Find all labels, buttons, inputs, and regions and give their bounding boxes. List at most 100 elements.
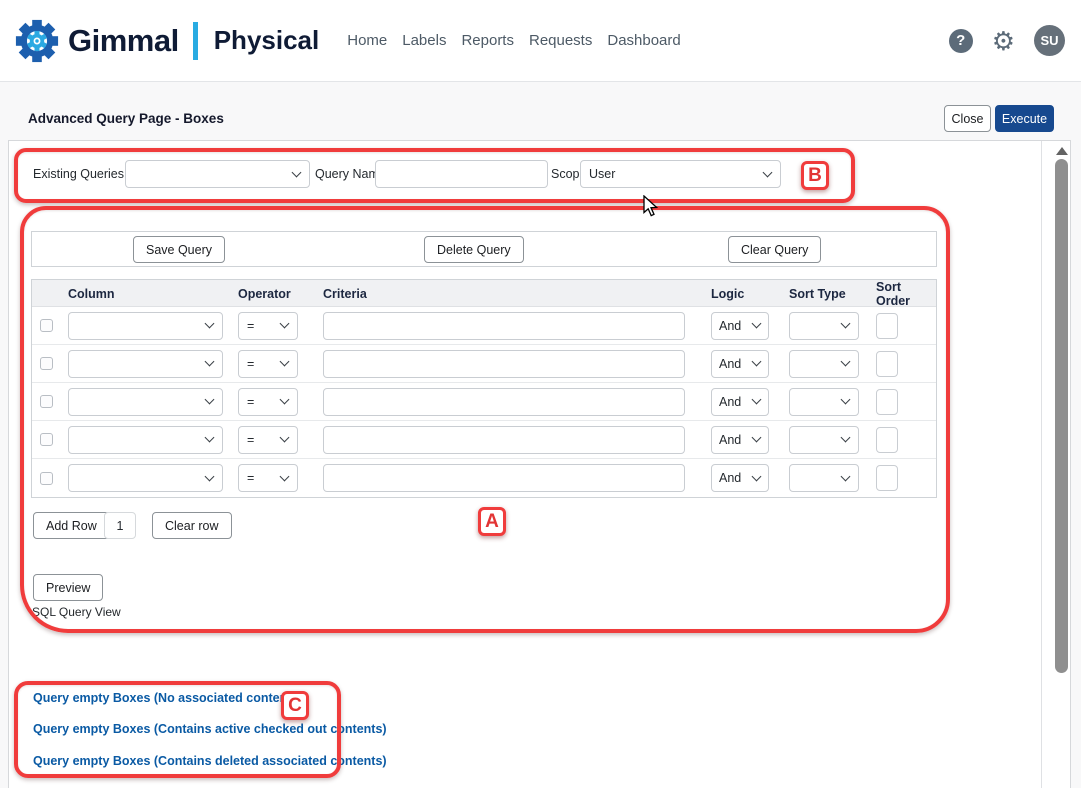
logic-select[interactable]: And (711, 464, 769, 492)
chevron-down-icon (205, 433, 215, 443)
nav-requests[interactable]: Requests (529, 32, 592, 49)
criteria-input[interactable] (323, 426, 685, 454)
query-empty-boxes-link-3[interactable]: Query empty Boxes (Contains deleted asso… (33, 754, 387, 768)
column-select[interactable] (68, 350, 223, 378)
chevron-down-icon (205, 357, 215, 367)
sql-query-view-label: SQL Query View (32, 605, 121, 619)
sort-type-select[interactable] (789, 388, 859, 416)
brand-product: Physical (214, 25, 320, 56)
criteria-input[interactable] (323, 312, 685, 340)
close-button[interactable]: Close (944, 105, 991, 132)
column-select[interactable] (68, 426, 223, 454)
chevron-down-icon (841, 319, 851, 329)
chevron-down-icon (841, 395, 851, 405)
scope-value: User (589, 167, 615, 181)
clear-query-button[interactable]: Clear Query (728, 236, 821, 263)
column-select[interactable] (68, 464, 223, 492)
chevron-down-icon (841, 471, 851, 481)
query-criteria-table: Column Operator Criteria Logic Sort Type… (31, 279, 937, 498)
query-empty-boxes-link-1[interactable]: Query empty Boxes (No associated content… (33, 691, 303, 705)
chevron-down-icon (292, 167, 302, 177)
sort-order-input[interactable] (876, 351, 898, 377)
table-row: = And (32, 345, 936, 383)
sort-type-select[interactable] (789, 350, 859, 378)
operator-select[interactable]: = (238, 350, 298, 378)
main-nav: Home Labels Reports Requests Dashboard (347, 32, 681, 49)
user-avatar[interactable]: SU (1034, 25, 1065, 56)
operator-select[interactable]: = (238, 426, 298, 454)
chevron-down-icon (763, 167, 773, 177)
nav-reports[interactable]: Reports (461, 32, 514, 49)
criteria-input[interactable] (323, 464, 685, 492)
query-empty-boxes-link-2[interactable]: Query empty Boxes (Contains active check… (33, 722, 387, 736)
chevron-down-icon (280, 357, 290, 367)
existing-queries-label: Existing Queries (33, 167, 124, 181)
chevron-down-icon (280, 433, 290, 443)
annotation-badge-a: A (478, 507, 506, 536)
operator-select[interactable]: = (238, 388, 298, 416)
logic-select[interactable]: And (711, 350, 769, 378)
chevron-down-icon (841, 433, 851, 443)
sort-type-select[interactable] (789, 464, 859, 492)
row-checkbox[interactable] (40, 357, 53, 370)
chevron-down-icon (752, 319, 762, 329)
table-row: = And (32, 421, 936, 459)
preview-button[interactable]: Preview (33, 574, 103, 601)
column-select[interactable] (68, 388, 223, 416)
chevron-down-icon (752, 471, 762, 481)
settings-gear-icon[interactable]: ⚙ (992, 28, 1015, 54)
logic-header: Logic (705, 287, 783, 301)
criteria-input[interactable] (323, 350, 685, 378)
column-header: Column (62, 287, 232, 301)
nav-labels[interactable]: Labels (402, 32, 446, 49)
chevron-down-icon (841, 357, 851, 367)
save-query-button[interactable]: Save Query (133, 236, 225, 263)
scroll-up-arrow-icon[interactable] (1056, 147, 1068, 155)
table-row: = And (32, 383, 936, 421)
existing-queries-select[interactable] (125, 160, 310, 188)
scrollbar-track-border (1041, 141, 1042, 788)
scope-select[interactable]: User (580, 160, 781, 188)
sort-order-input[interactable] (876, 427, 898, 453)
annotation-badge-c: C (281, 691, 309, 720)
brand-divider (193, 22, 198, 60)
sort-order-input[interactable] (876, 389, 898, 415)
table-row: = And (32, 459, 936, 497)
sort-order-header: Sort Order (870, 280, 936, 308)
row-checkbox[interactable] (40, 433, 53, 446)
clear-row-button[interactable]: Clear row (152, 512, 232, 539)
logic-select[interactable]: And (711, 388, 769, 416)
sort-type-select[interactable] (789, 426, 859, 454)
nav-home[interactable]: Home (347, 32, 387, 49)
criteria-header: Criteria (317, 287, 705, 301)
gimmal-gear-icon (14, 18, 60, 64)
sort-order-input[interactable] (876, 465, 898, 491)
operator-select[interactable]: = (238, 464, 298, 492)
operator-select[interactable]: = (238, 312, 298, 340)
query-name-input[interactable] (375, 160, 548, 188)
delete-query-button[interactable]: Delete Query (424, 236, 524, 263)
sort-type-select[interactable] (789, 312, 859, 340)
logic-select[interactable]: And (711, 426, 769, 454)
chevron-down-icon (205, 319, 215, 329)
chevron-down-icon (280, 395, 290, 405)
row-checkbox[interactable] (40, 319, 53, 332)
row-checkbox[interactable] (40, 395, 53, 408)
execute-button[interactable]: Execute (995, 105, 1054, 132)
nav-dashboard[interactable]: Dashboard (607, 32, 680, 49)
sort-order-input[interactable] (876, 313, 898, 339)
criteria-input[interactable] (323, 388, 685, 416)
chevron-down-icon (752, 395, 762, 405)
chevron-down-icon (280, 471, 290, 481)
add-row-button[interactable]: Add Row (33, 512, 110, 539)
logic-select[interactable]: And (711, 312, 769, 340)
scrollbar-thumb[interactable] (1055, 159, 1068, 673)
navbar-right: ? ⚙ SU (949, 25, 1065, 56)
chevron-down-icon (280, 319, 290, 329)
row-count-input[interactable] (104, 512, 136, 539)
help-icon[interactable]: ? (949, 29, 973, 53)
row-checkbox[interactable] (40, 472, 53, 485)
annotation-badge-b: B (801, 161, 829, 190)
chevron-down-icon (752, 357, 762, 367)
column-select[interactable] (68, 312, 223, 340)
